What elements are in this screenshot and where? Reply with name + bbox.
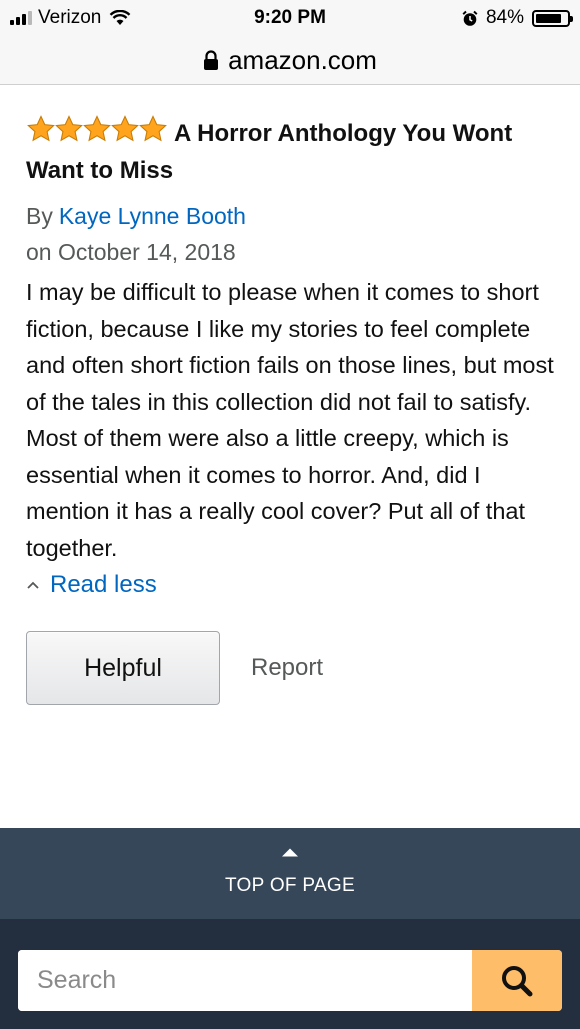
- by-label: By: [26, 203, 53, 229]
- footer-search-area: [0, 919, 580, 1029]
- star-rating: [26, 115, 167, 153]
- review-header: A Horror Anthology You Wont Want to Miss: [26, 115, 562, 188]
- search-icon: [502, 965, 533, 996]
- back-to-top-label: TOP OF PAGE: [224, 875, 355, 896]
- review-actions: Helpful Report: [26, 631, 562, 705]
- star-icon: [27, 115, 55, 142]
- battery-icon: [532, 9, 573, 27]
- search-button[interactable]: [472, 950, 562, 1011]
- read-less-label: Read less: [50, 571, 157, 598]
- url-domain: amazon.com: [228, 44, 377, 75]
- helpful-button[interactable]: Helpful: [26, 631, 220, 705]
- search-input[interactable]: [18, 950, 472, 1011]
- chevron-up-icon: [27, 581, 39, 589]
- battery-level: [536, 13, 562, 23]
- star-icon: [111, 115, 139, 142]
- star-icon: [83, 115, 111, 142]
- review: A Horror Anthology You Wont Want to Miss…: [26, 115, 562, 705]
- star-icon: [139, 115, 167, 142]
- alarm-icon: [462, 10, 478, 26]
- search-bar: [18, 950, 562, 1011]
- report-link[interactable]: Report: [251, 654, 323, 682]
- review-date: on October 14, 2018: [26, 239, 236, 265]
- review-byline: By Kaye Lynne Booth on October 14, 2018: [26, 198, 562, 270]
- address-bar[interactable]: amazon.com: [0, 36, 580, 85]
- author-link[interactable]: Kaye Lynne Booth: [59, 203, 246, 229]
- lock-icon: [204, 49, 219, 70]
- back-to-top-button[interactable]: TOP OF PAGE: [0, 828, 580, 919]
- star-icon: [55, 115, 83, 142]
- read-less-link[interactable]: Read less: [26, 568, 562, 602]
- battery-percent: 84%: [485, 7, 524, 28]
- status-bar: Verizon 9:20 PM 84%: [0, 0, 580, 36]
- status-right: 84%: [462, 7, 573, 29]
- review-body: I may be difficult to please when it com…: [26, 279, 554, 561]
- caret-up-icon: [282, 848, 298, 857]
